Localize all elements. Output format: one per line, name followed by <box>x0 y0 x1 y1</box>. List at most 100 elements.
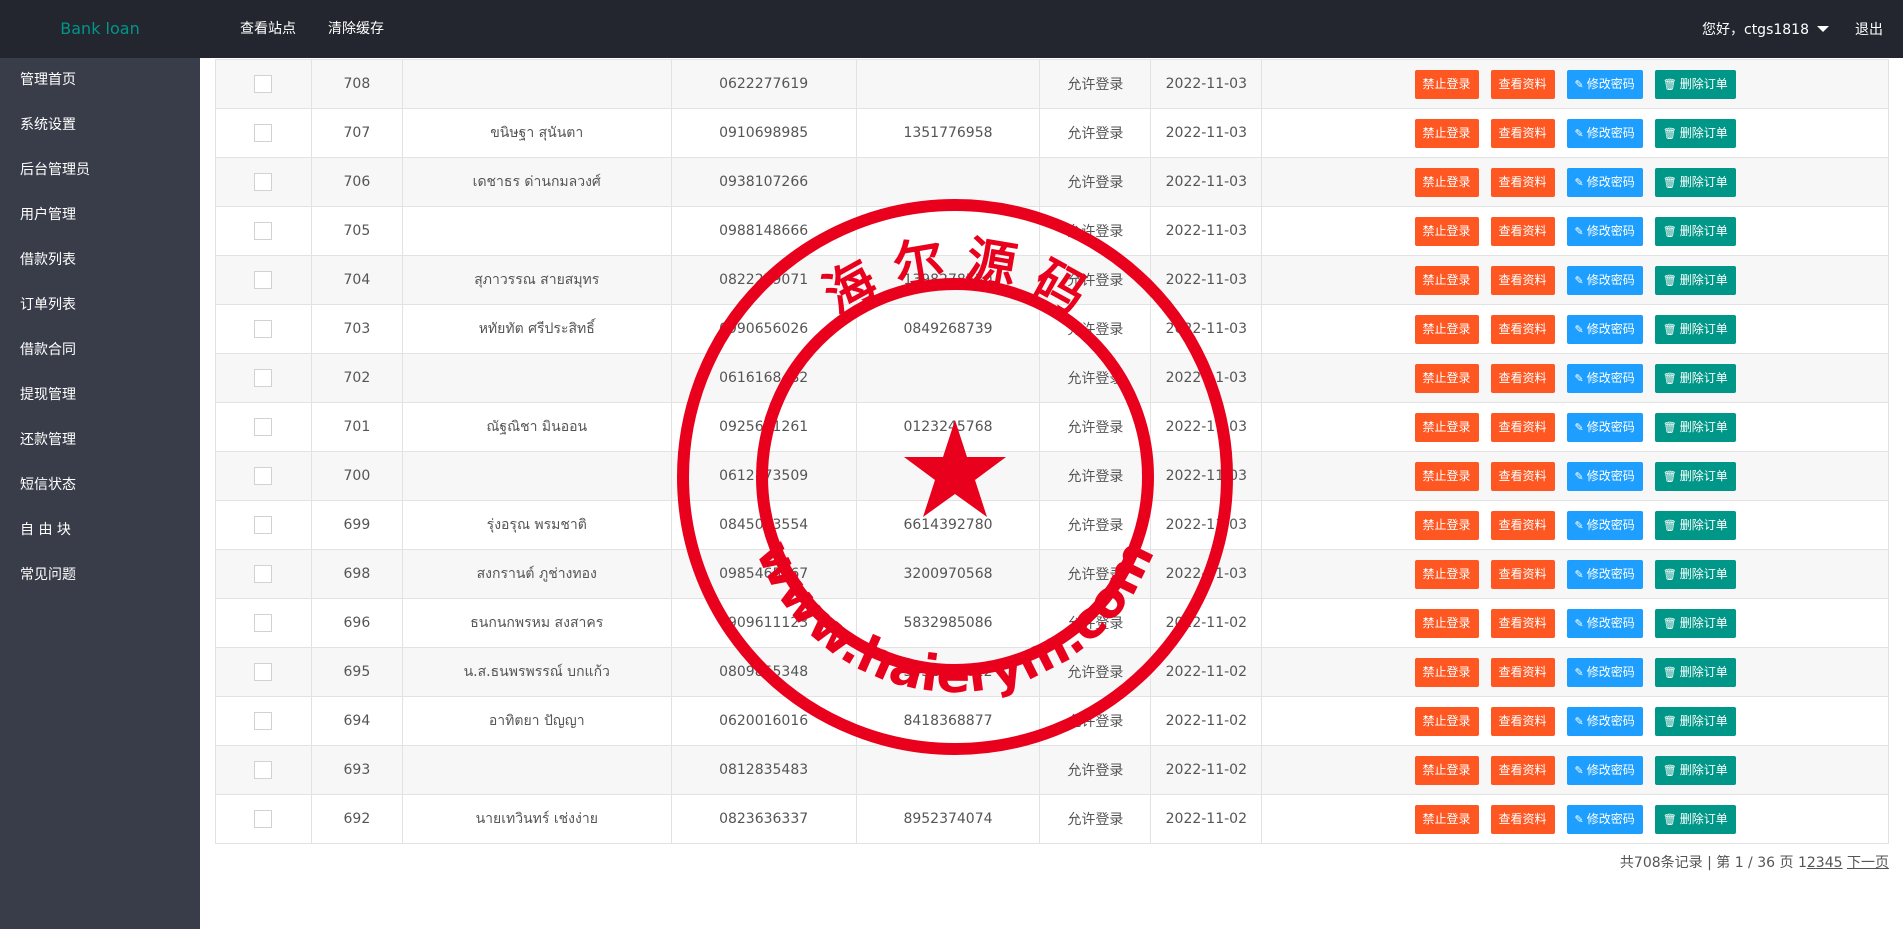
delete-order-button[interactable]: 🗑 删除订单 <box>1654 461 1736 491</box>
sidebar-item-contracts[interactable]: 借款合同 <box>0 328 200 373</box>
row-checkbox[interactable] <box>254 663 273 681</box>
view-profile-button[interactable]: 查看资料 <box>1490 363 1555 393</box>
view-profile-button[interactable]: 查看资料 <box>1490 314 1555 344</box>
ban-login-button[interactable]: 禁止登录 <box>1414 265 1479 295</box>
sidebar-item-free-block[interactable]: 自 由 块 <box>0 508 200 553</box>
view-profile-button[interactable]: 查看资料 <box>1490 118 1555 148</box>
sidebar-item-settings[interactable]: 系统设置 <box>0 103 200 148</box>
sidebar-item-faq[interactable]: 常见问题 <box>0 553 200 598</box>
delete-order-button[interactable]: 🗑 删除订单 <box>1654 118 1736 148</box>
change-password-button[interactable]: ✎ 修改密码 <box>1566 363 1643 393</box>
sidebar-item-home[interactable]: 管理首页 <box>0 58 200 103</box>
row-checkbox[interactable] <box>254 222 273 240</box>
ban-login-button[interactable]: 禁止登录 <box>1414 559 1479 589</box>
view-profile-button[interactable]: 查看资料 <box>1490 216 1555 246</box>
view-profile-button[interactable]: 查看资料 <box>1490 412 1555 442</box>
row-checkbox[interactable] <box>254 418 273 436</box>
row-checkbox[interactable] <box>254 467 273 485</box>
clear-cache-link[interactable]: 清除缓存 <box>312 0 400 58</box>
change-password-button[interactable]: ✎ 修改密码 <box>1566 608 1643 638</box>
ban-login-button[interactable]: 禁止登录 <box>1414 461 1479 491</box>
delete-order-button[interactable]: 🗑 删除订单 <box>1654 363 1736 393</box>
ban-login-button[interactable]: 禁止登录 <box>1414 118 1479 148</box>
delete-order-button[interactable]: 🗑 删除订单 <box>1654 167 1736 197</box>
delete-order-button[interactable]: 🗑 删除订单 <box>1654 412 1736 442</box>
change-password-button[interactable]: ✎ 修改密码 <box>1566 167 1643 197</box>
sidebar-item-users[interactable]: 用户管理 <box>0 193 200 238</box>
view-profile-button[interactable]: 查看资料 <box>1490 559 1555 589</box>
view-profile-button[interactable]: 查看资料 <box>1490 755 1555 785</box>
row-checkbox[interactable] <box>254 124 273 142</box>
delete-order-button[interactable]: 🗑 删除订单 <box>1654 69 1736 99</box>
sidebar-item-admins[interactable]: 后台管理员 <box>0 148 200 193</box>
row-checkbox[interactable] <box>254 761 273 779</box>
row-checkbox[interactable] <box>254 75 273 93</box>
ban-login-button[interactable]: 禁止登录 <box>1414 216 1479 246</box>
delete-order-button[interactable]: 🗑 删除订单 <box>1654 265 1736 295</box>
delete-order-button[interactable]: 🗑 删除订单 <box>1654 559 1736 589</box>
sidebar-item-loans[interactable]: 借款列表 <box>0 238 200 283</box>
logout-link[interactable]: 退出 <box>1837 19 1903 39</box>
change-password-button[interactable]: ✎ 修改密码 <box>1566 314 1643 344</box>
view-profile-button[interactable]: 查看资料 <box>1490 69 1555 99</box>
view-profile-button[interactable]: 查看资料 <box>1490 167 1555 197</box>
delete-order-button[interactable]: 🗑 删除订单 <box>1654 608 1736 638</box>
view-profile-button[interactable]: 查看资料 <box>1490 804 1555 834</box>
pager-page-5[interactable]: 5 <box>1834 855 1843 871</box>
view-profile-button[interactable]: 查看资料 <box>1490 265 1555 295</box>
sidebar-item-orders[interactable]: 订单列表 <box>0 283 200 328</box>
row-checkbox[interactable] <box>254 810 273 828</box>
change-password-button[interactable]: ✎ 修改密码 <box>1566 706 1643 736</box>
view-profile-button[interactable]: 查看资料 <box>1490 608 1555 638</box>
ban-login-button[interactable]: 禁止登录 <box>1414 706 1479 736</box>
ban-login-button[interactable]: 禁止登录 <box>1414 804 1479 834</box>
row-checkbox[interactable] <box>254 173 273 191</box>
delete-order-button[interactable]: 🗑 删除订单 <box>1654 216 1736 246</box>
view-profile-button[interactable]: 查看资料 <box>1490 510 1555 540</box>
change-password-button[interactable]: ✎ 修改密码 <box>1566 265 1643 295</box>
pager-page-2[interactable]: 2 <box>1807 855 1816 871</box>
sidebar-item-repayments[interactable]: 还款管理 <box>0 418 200 463</box>
change-password-button[interactable]: ✎ 修改密码 <box>1566 510 1643 540</box>
sidebar-item-sms-status[interactable]: 短信状态 <box>0 463 200 508</box>
change-password-button[interactable]: ✎ 修改密码 <box>1566 804 1643 834</box>
delete-order-button[interactable]: 🗑 删除订单 <box>1654 804 1736 834</box>
ban-login-button[interactable]: 禁止登录 <box>1414 363 1479 393</box>
user-menu[interactable]: 您好，ctgs1818 <box>1694 19 1837 39</box>
row-checkbox[interactable] <box>254 614 273 632</box>
sidebar-item-withdrawals[interactable]: 提现管理 <box>0 373 200 418</box>
change-password-button[interactable]: ✎ 修改密码 <box>1566 412 1643 442</box>
row-checkbox[interactable] <box>254 516 273 534</box>
delete-order-button[interactable]: 🗑 删除订单 <box>1654 706 1736 736</box>
change-password-button[interactable]: ✎ 修改密码 <box>1566 216 1643 246</box>
app-logo[interactable]: Bank loan <box>0 0 200 58</box>
ban-login-button[interactable]: 禁止登录 <box>1414 69 1479 99</box>
change-password-button[interactable]: ✎ 修改密码 <box>1566 755 1643 785</box>
pager-page-3[interactable]: 3 <box>1816 855 1825 871</box>
ban-login-button[interactable]: 禁止登录 <box>1414 755 1479 785</box>
view-profile-button[interactable]: 查看资料 <box>1490 461 1555 491</box>
ban-login-button[interactable]: 禁止登录 <box>1414 657 1479 687</box>
view-site-link[interactable]: 查看站点 <box>224 0 312 58</box>
view-profile-button[interactable]: 查看资料 <box>1490 706 1555 736</box>
row-checkbox[interactable] <box>254 712 273 730</box>
change-password-button[interactable]: ✎ 修改密码 <box>1566 559 1643 589</box>
change-password-button[interactable]: ✎ 修改密码 <box>1566 69 1643 99</box>
view-profile-button[interactable]: 查看资料 <box>1490 657 1555 687</box>
ban-login-button[interactable]: 禁止登录 <box>1414 608 1479 638</box>
change-password-button[interactable]: ✎ 修改密码 <box>1566 118 1643 148</box>
ban-login-button[interactable]: 禁止登录 <box>1414 314 1479 344</box>
pager-page-4[interactable]: 4 <box>1825 855 1834 871</box>
delete-order-button[interactable]: 🗑 删除订单 <box>1654 510 1736 540</box>
row-checkbox[interactable] <box>254 369 273 387</box>
change-password-button[interactable]: ✎ 修改密码 <box>1566 461 1643 491</box>
delete-order-button[interactable]: 🗑 删除订单 <box>1654 314 1736 344</box>
row-checkbox[interactable] <box>254 565 273 583</box>
delete-order-button[interactable]: 🗑 删除订单 <box>1654 755 1736 785</box>
ban-login-button[interactable]: 禁止登录 <box>1414 510 1479 540</box>
row-checkbox[interactable] <box>254 320 273 338</box>
pager-next[interactable]: 下一页 <box>1847 855 1889 871</box>
row-checkbox[interactable] <box>254 271 273 289</box>
ban-login-button[interactable]: 禁止登录 <box>1414 167 1479 197</box>
ban-login-button[interactable]: 禁止登录 <box>1414 412 1479 442</box>
